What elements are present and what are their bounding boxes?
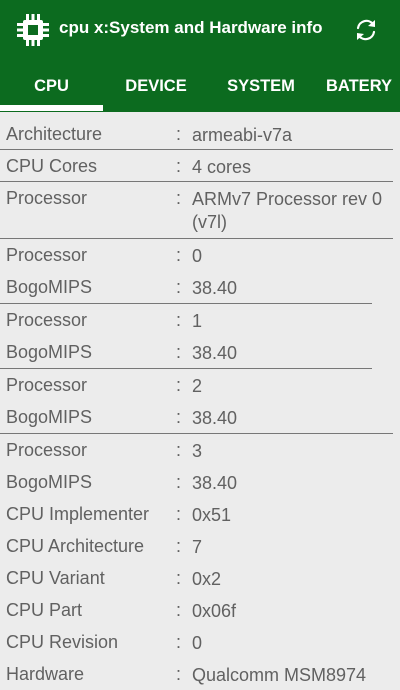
info-value: ARMv7 Processor rev 0 (v7l) <box>192 189 383 232</box>
info-row-bogomips-3: BogoMIPS : 38.40 <box>0 466 400 498</box>
info-label: BogoMIPS <box>6 277 93 297</box>
info-value: 38.40 <box>192 408 238 428</box>
info-row-cpu-architecture: CPU Architecture : 7 <box>0 530 400 562</box>
info-row-cpu-implementer: CPU Implementer : 0x51 <box>0 498 400 530</box>
separator-colon: : <box>176 472 182 492</box>
separator-colon: : <box>176 277 182 297</box>
info-label: BogoMIPS <box>6 407 93 427</box>
separator-colon: : <box>176 156 182 176</box>
info-value: 7 <box>192 537 203 557</box>
info-row-hardware: Hardware : Qualcomm MSM8974 <box>0 658 400 690</box>
info-value: armeabi-v7a <box>192 125 293 145</box>
separator-colon: : <box>176 375 182 395</box>
info-label: BogoMIPS <box>6 472 93 492</box>
app-title: cpu x:System and Hardware info <box>59 18 323 37</box>
title-row: cpu x:System and Hardware info <box>0 0 400 62</box>
info-row-cpu-cores: CPU Cores : 4 cores <box>0 150 400 182</box>
separator-colon: : <box>176 124 182 144</box>
info-row-processor-0: Processor : 0 <box>0 239 400 271</box>
app-bar: cpu x:System and Hardware info CPU DEVIC… <box>0 0 400 112</box>
info-value: 0x2 <box>192 569 222 589</box>
info-row-architecture: Architecture : armeabi-v7a <box>0 118 400 150</box>
info-row-cpu-part: CPU Part : 0x06f <box>0 594 400 626</box>
info-label: Processor <box>6 245 88 265</box>
info-value: 1 <box>192 311 203 331</box>
info-value: 0x06f <box>192 601 237 621</box>
tab-system[interactable]: SYSTEM <box>212 62 310 112</box>
info-label: Processor <box>6 188 88 208</box>
info-label: Hardware <box>6 664 85 684</box>
separator-colon: : <box>176 504 182 524</box>
info-row-processor-name: Processor : ARMv7 Processor rev 0 (v7l) <box>0 182 400 239</box>
info-value: 3 <box>192 441 203 461</box>
info-value: 4 cores <box>192 157 252 177</box>
cpu-chip-icon <box>17 14 49 46</box>
info-row-processor-3: Processor : 3 <box>0 434 400 466</box>
separator-colon: : <box>176 440 182 460</box>
separator-colon: : <box>176 310 182 330</box>
info-label: Processor <box>6 440 88 460</box>
info-value: 38.40 <box>192 278 238 298</box>
info-row-bogomips-1: BogoMIPS : 38.40 <box>0 336 400 369</box>
info-value: 38.40 <box>192 343 238 363</box>
selected-tab-indicator <box>0 105 103 111</box>
separator-colon: : <box>176 407 182 427</box>
info-row-processor-2: Processor : 2 <box>0 369 400 401</box>
separator-colon: : <box>176 245 182 265</box>
info-label: CPU Revision <box>6 632 119 652</box>
info-value: 38.40 <box>192 473 238 493</box>
info-value: Qualcomm MSM8974 <box>192 665 367 685</box>
info-row-processor-1: Processor : 1 <box>0 304 400 336</box>
separator-colon: : <box>176 536 182 556</box>
info-label: Processor <box>6 310 88 330</box>
separator-colon: : <box>176 632 182 652</box>
info-label: CPU Architecture <box>6 536 145 556</box>
info-row-bogomips-2: BogoMIPS : 38.40 <box>0 401 400 434</box>
info-label: CPU Variant <box>6 568 105 588</box>
info-value: 0 <box>192 246 203 266</box>
separator-colon: : <box>176 568 182 588</box>
info-row-cpu-revision: CPU Revision : 0 <box>0 626 400 658</box>
info-label: Architecture <box>6 124 103 144</box>
info-value: 0x51 <box>192 505 232 525</box>
separator-colon: : <box>176 188 182 208</box>
tab-device[interactable]: DEVICE <box>106 62 206 112</box>
separator-colon: : <box>176 664 182 684</box>
refresh-icon[interactable] <box>352 16 380 44</box>
info-label: BogoMIPS <box>6 342 93 362</box>
info-label: CPU Cores <box>6 156 98 176</box>
separator-colon: : <box>176 600 182 620</box>
tab-batery[interactable]: BATERY <box>326 62 400 112</box>
separator-colon: : <box>176 342 182 362</box>
cpu-info-list[interactable]: Architecture : armeabi-v7a CPU Cores : 4… <box>0 118 400 690</box>
info-label: Processor <box>6 375 88 395</box>
info-row-cpu-variant: CPU Variant : 0x2 <box>0 562 400 594</box>
info-label: CPU Implementer <box>6 504 150 524</box>
info-row-bogomips-0: BogoMIPS : 38.40 <box>0 271 400 304</box>
info-label: CPU Part <box>6 600 83 620</box>
info-value: 2 <box>192 376 203 396</box>
info-value: 0 <box>192 633 203 653</box>
